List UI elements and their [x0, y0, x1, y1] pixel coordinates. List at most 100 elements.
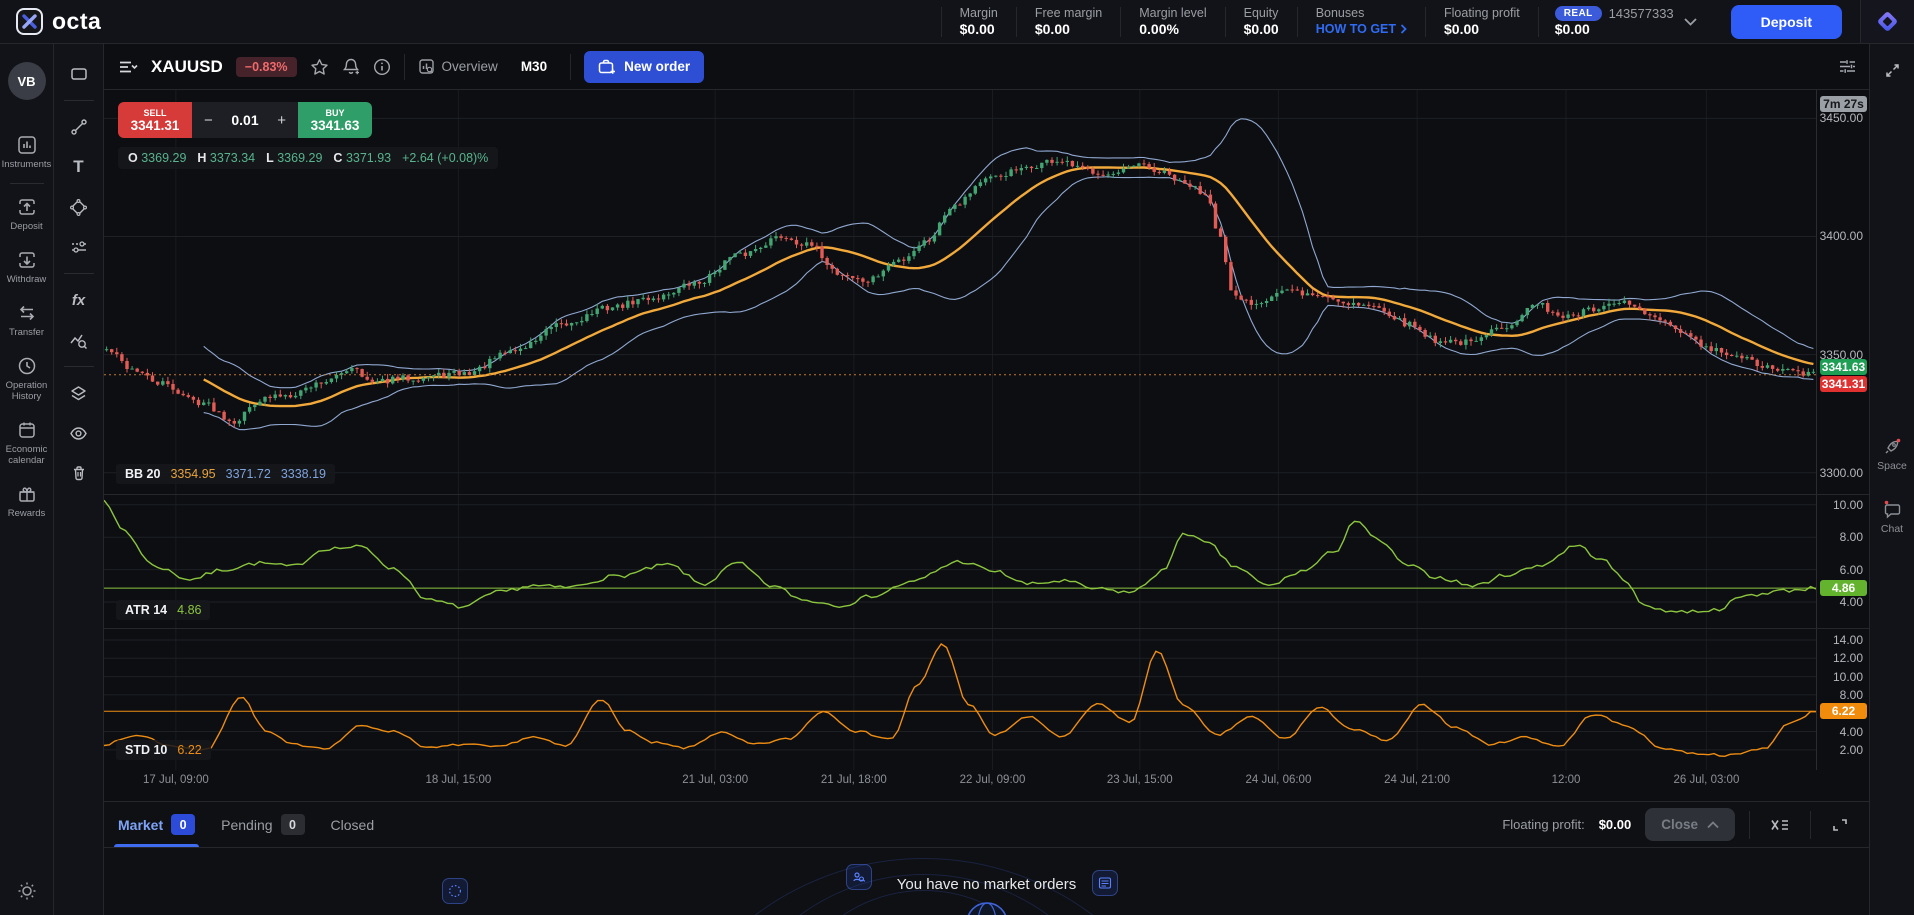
- drawing-toolbar: T fx: [54, 44, 104, 915]
- trendline-icon: [70, 118, 88, 136]
- time-axis-label: 22 Jul, 09:00: [960, 774, 1026, 786]
- star-icon: [310, 58, 329, 76]
- buy-button[interactable]: BUY 3341.63: [298, 102, 372, 138]
- chevron-down-icon: [1684, 18, 1697, 26]
- deposit-icon: [17, 197, 37, 217]
- instrument-info-button[interactable]: [373, 58, 391, 76]
- brand-logo[interactable]: octa: [0, 8, 220, 35]
- time-axis-label: 24 Jul, 06:00: [1245, 774, 1311, 786]
- new-order-button[interactable]: New order: [584, 51, 704, 83]
- time-axis-label: 24 Jul, 21:00: [1384, 774, 1450, 786]
- volume-increase-button[interactable]: +: [277, 112, 286, 129]
- watchlist-panel-button[interactable]: [63, 58, 95, 90]
- overview-button[interactable]: Overview: [418, 58, 498, 75]
- axis-tick: 2.00: [1840, 743, 1863, 757]
- floating-profit-value: $0.00: [1599, 817, 1632, 832]
- volume-value[interactable]: 0.01: [231, 112, 258, 128]
- how-to-get-link[interactable]: HOW TO GET: [1316, 21, 1407, 38]
- symbol-list-icon: [118, 60, 138, 74]
- timeframe-button[interactable]: M30: [511, 53, 557, 80]
- nav-divider: [10, 183, 44, 184]
- avatar[interactable]: VB: [8, 62, 46, 100]
- sidebar-item-instruments[interactable]: Instruments: [0, 126, 53, 179]
- tab-market[interactable]: Market 0: [118, 802, 195, 847]
- theme-toggle-button[interactable]: [17, 881, 37, 901]
- app-switcher-button[interactable]: [1860, 0, 1914, 43]
- symbol-menu-button[interactable]: [118, 60, 138, 74]
- sell-price: 3341.31: [131, 118, 180, 133]
- alert-button[interactable]: [342, 57, 360, 76]
- atr-indicator-label[interactable]: ATR 14 4.86: [116, 600, 210, 620]
- buy-price: 3341.63: [311, 118, 360, 133]
- tool-divider: [64, 366, 94, 367]
- account-selector[interactable]: REAL 143577333 $0.00: [1538, 7, 1713, 37]
- std-indicator-label[interactable]: STD 10 6.22: [116, 740, 211, 760]
- sell-button[interactable]: SELL 3341.31: [118, 102, 192, 138]
- volume-decrease-button[interactable]: −: [204, 112, 213, 129]
- globe-icon: [964, 900, 1010, 915]
- ohlc-change: +2.64 (+0.08)%: [402, 151, 488, 165]
- sidebar-item-transfer[interactable]: Transfer: [0, 294, 53, 347]
- sidebar-item-economic-calendar[interactable]: Economic calendar: [0, 411, 53, 475]
- space-rocket-icon: [1882, 436, 1903, 457]
- candle-timer-badge: 7m 27s: [1820, 96, 1867, 112]
- empty-orders-message: You have no market orders: [897, 876, 1077, 893]
- time-axis-label: 18 Jul, 15:00: [425, 774, 491, 786]
- bb-indicator-label[interactable]: BB 20 3354.95 3371.72 3338.19: [116, 464, 335, 484]
- price-scale[interactable]: 10.008.006.004.004.86: [1816, 495, 1869, 628]
- trendline-tool-button[interactable]: [63, 111, 95, 143]
- std-value-badge: 6.22: [1820, 703, 1867, 719]
- close-all-button[interactable]: Close: [1645, 808, 1735, 841]
- sidebar-item-withdraw[interactable]: Withdraw: [0, 241, 53, 294]
- axis-tick: 6.00: [1840, 563, 1863, 577]
- delete-drawings-button[interactable]: [63, 457, 95, 489]
- panel-resize-button[interactable]: [1825, 817, 1855, 833]
- time-axis-label: 26 Jul, 03:00: [1673, 774, 1739, 786]
- axis-tick: 4.00: [1840, 595, 1863, 609]
- pattern-search-icon: [69, 331, 88, 350]
- sidebar-item-operation-history[interactable]: Operation History: [0, 347, 53, 411]
- text-tool-button[interactable]: T: [63, 151, 95, 183]
- sidebar-item-rewards[interactable]: Rewards: [0, 475, 53, 528]
- visibility-button[interactable]: [63, 417, 95, 449]
- tool-divider: [64, 100, 94, 101]
- favorite-button[interactable]: [310, 58, 329, 76]
- pattern-search-button[interactable]: [63, 324, 95, 356]
- axis-tick: 8.00: [1840, 530, 1863, 544]
- quick-trade-widget: SELL 3341.31 − 0.01 + BUY 3341.63: [118, 102, 372, 138]
- price-scale[interactable]: 14.0012.0010.008.004.002.006.22: [1816, 629, 1869, 770]
- tab-closed[interactable]: Closed: [331, 802, 375, 847]
- chat-button[interactable]: Chat: [1870, 499, 1914, 535]
- symbol-name: XAUUSD: [151, 57, 223, 77]
- chart-area: XAUUSD −0.83% Overview M30 New order S: [104, 44, 1869, 915]
- top-bar: octa Margin $0.00 Free margin $0.00 Marg…: [0, 0, 1914, 44]
- layers-button[interactable]: [63, 377, 95, 409]
- overview-icon: [418, 58, 435, 75]
- price-pane[interactable]: SELL 3341.31 − 0.01 + BUY 3341.63 O 3369…: [104, 90, 1869, 494]
- chart-settings-button[interactable]: [1838, 58, 1857, 75]
- shapes-tool-button[interactable]: [63, 191, 95, 223]
- calendar-icon: [17, 420, 37, 440]
- price-scale[interactable]: 3450.003400.003350.003300.007m 27s3341.6…: [1816, 90, 1869, 494]
- info-icon: [373, 58, 391, 76]
- sidebar-item-deposit[interactable]: Deposit: [0, 188, 53, 241]
- deposit-button[interactable]: Deposit: [1731, 5, 1842, 39]
- floating-profit-label: Floating profit:: [1502, 817, 1584, 832]
- metric-free-margin: Free margin $0.00: [1016, 7, 1120, 37]
- pending-count-badge: 0: [281, 814, 305, 835]
- columns-settings-button[interactable]: [1764, 817, 1796, 833]
- tab-pending[interactable]: Pending 0: [221, 802, 304, 847]
- std-pane[interactable]: STD 10 6.22 14.0012.0010.008.004.002.006…: [104, 628, 1869, 770]
- space-button[interactable]: Space: [1870, 436, 1914, 472]
- gift-icon: [17, 484, 37, 504]
- fullscreen-button[interactable]: [1870, 62, 1914, 79]
- panel-divider: [1810, 811, 1811, 839]
- atr-pane[interactable]: ATR 14 4.86 10.008.006.004.004.86: [104, 494, 1869, 628]
- atr-value-badge: 4.86: [1820, 580, 1867, 596]
- time-axis-label: 21 Jul, 03:00: [682, 774, 748, 786]
- brand-name: octa: [52, 8, 101, 35]
- axis-tick: 4.00: [1840, 725, 1863, 739]
- drawing-settings-button[interactable]: [63, 231, 95, 263]
- indicators-button[interactable]: fx: [63, 284, 95, 316]
- right-strip: Space Chat: [1869, 44, 1914, 915]
